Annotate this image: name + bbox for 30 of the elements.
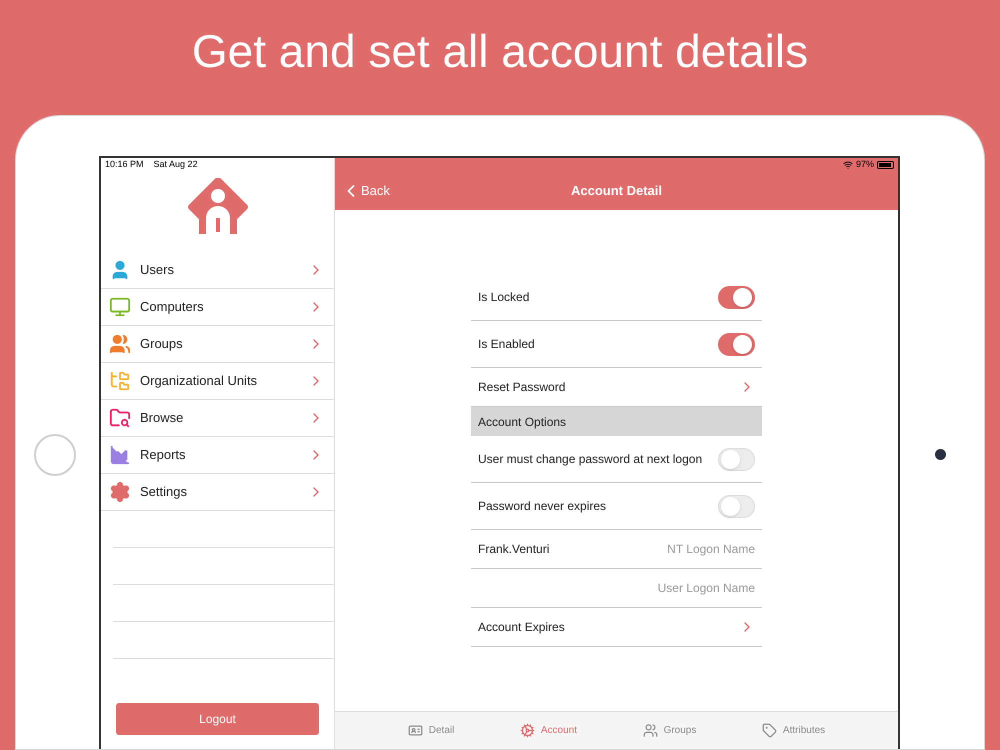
section-header: Account Options: [471, 407, 762, 436]
option-label: Password never expires: [478, 498, 606, 515]
screen-title: Account Detail: [571, 182, 662, 200]
toggle-switch[interactable]: [718, 332, 755, 356]
sidebar-item[interactable]: Organizational Units: [101, 363, 334, 400]
sidebar-item[interactable]: Settings: [101, 474, 334, 511]
field-caption: User Logon Name: [658, 580, 755, 597]
tag-icon: [762, 723, 777, 738]
battery-percent: 97%: [856, 158, 874, 172]
sidebar-item[interactable]: Users: [101, 252, 334, 289]
sidebar-item[interactable]: Browse: [101, 400, 334, 437]
status-date: Sat Aug 22: [154, 158, 198, 172]
account-name[interactable]: Frank.Venturi: [478, 540, 550, 558]
field-caption: NT Logon Name: [667, 541, 755, 558]
camera-icon: [935, 449, 946, 460]
toggle-switch[interactable]: [718, 286, 755, 308]
headline: Get and set all account details: [190, 24, 810, 78]
id-card-icon: [408, 723, 423, 738]
gear-icon: [520, 723, 535, 738]
wifi-icon: [842, 160, 853, 170]
sidebar-item[interactable]: Groups: [101, 326, 334, 363]
option-label: Is Locked: [478, 289, 530, 306]
battery-icon: [877, 161, 894, 169]
group-icon: [642, 723, 658, 738]
option-label: Is Enabled: [478, 336, 535, 353]
sidebar-item[interactable]: Reports: [101, 437, 334, 474]
sidebar-item[interactable]: Computers: [101, 289, 334, 326]
status-time: 10:16 PM: [105, 158, 144, 172]
option-label: User must change password at next logon: [478, 451, 702, 468]
link-row[interactable]: Account Expires: [471, 608, 762, 647]
